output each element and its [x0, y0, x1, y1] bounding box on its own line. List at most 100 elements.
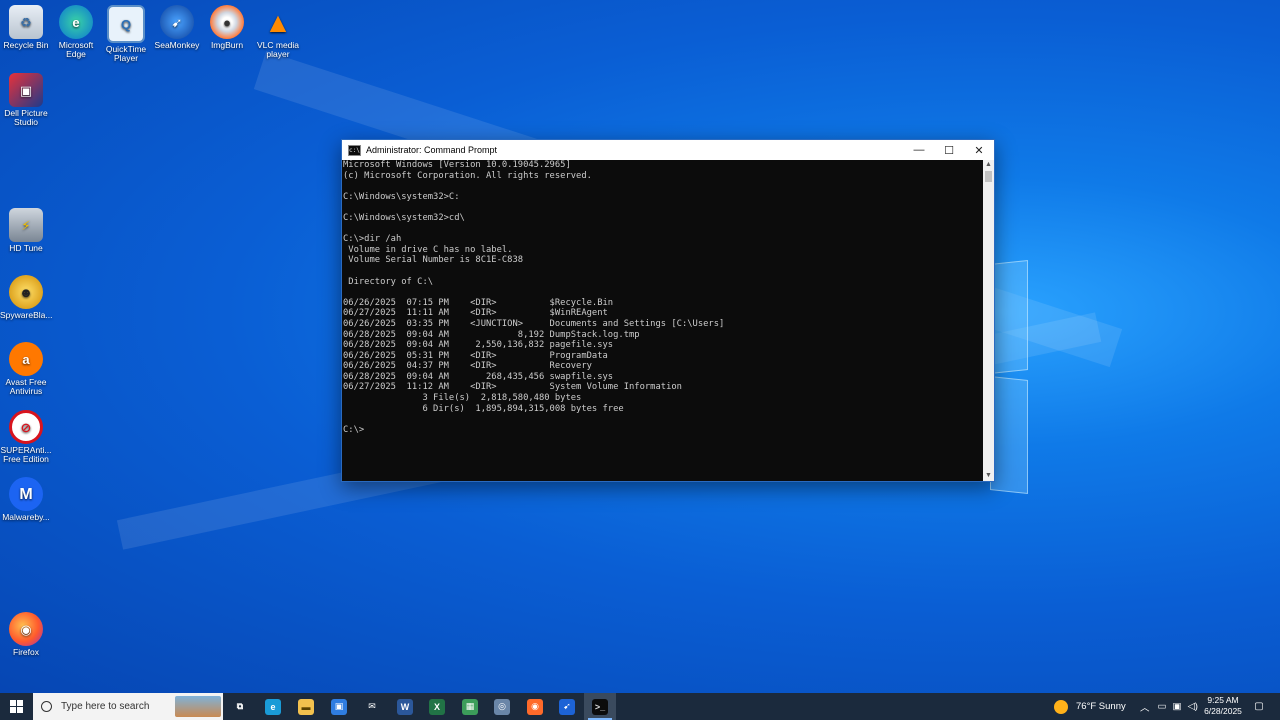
scroll-thumb[interactable] — [985, 171, 992, 182]
console-line: C:\Windows\system32>cd\ — [343, 212, 465, 223]
window-titlebar[interactable]: c:\ Administrator: Command Prompt — ☐ ✕ — [342, 140, 994, 160]
console-line: 06/28/2025 09:04 AM 8,192 DumpStack.log.… — [343, 329, 640, 340]
taskbar-app-excel[interactable]: X — [421, 693, 453, 720]
firefox-icon: ◉ — [527, 698, 543, 715]
taskbar-app-network-app[interactable]: ▦ — [454, 693, 486, 720]
taskbar: Type here to search ⧉ e ▬ ▣ ✉ W X ▦ ◎ ◉ ➹ >_ 76°F S… — [0, 693, 1280, 720]
desktop-icon-malwarebytes[interactable]: M Malwareby... — [0, 477, 52, 522]
notifications-icon[interactable]: ▢ — [1250, 693, 1268, 720]
start-button[interactable] — [0, 693, 32, 720]
taskbar-app-store[interactable]: ▣ — [323, 693, 355, 720]
desktop-icon-avast[interactable]: a Avast Free Antivirus — [0, 342, 52, 396]
taskbar-app-task-view[interactable]: ⧉ — [224, 693, 256, 720]
weather-widget[interactable]: 76°F Sunny — [1054, 693, 1126, 720]
close-button[interactable]: ✕ — [964, 140, 994, 160]
windows-start-icon — [9, 700, 23, 713]
search-box[interactable]: Type here to search — [33, 693, 223, 720]
superantispyware-icon: ⊘ — [9, 410, 43, 444]
weather-text: 76°F Sunny — [1076, 701, 1126, 712]
console-line: Volume in drive C has no label. — [343, 244, 513, 255]
console-line: Microsoft Windows [Version 10.0.19045.29… — [343, 160, 571, 170]
word-icon: W — [397, 698, 413, 715]
console-output[interactable]: Microsoft Windows [Version 10.0.19045.29… — [342, 160, 983, 481]
search-placeholder: Type here to search — [61, 701, 150, 712]
desktop-icon-imgburn[interactable]: ● ImgBurn — [201, 5, 253, 50]
search-icon — [41, 701, 52, 712]
command-prompt-icon: >_ — [592, 698, 608, 715]
desktop-icon-vlc[interactable]: ▲ VLC media player — [252, 5, 304, 59]
desktop-icon-superantispyware[interactable]: ⊘ SUPERAnti... Free Edition — [0, 410, 52, 464]
taskbar-app-file-explorer[interactable]: ▬ — [290, 693, 322, 720]
taskbar-app-word[interactable]: W — [389, 693, 421, 720]
desktop-icon-spywareblaster[interactable]: ☻ SpywareBla... — [0, 275, 52, 320]
search-highlight-image — [175, 696, 221, 717]
clock[interactable]: 9:25 AM 6/28/2025 — [1195, 695, 1251, 717]
console-line: 6 Dir(s) 1,895,894,315,008 bytes free — [343, 403, 624, 414]
excel-icon: X — [429, 698, 445, 715]
maximize-button[interactable]: ☐ — [934, 140, 964, 160]
clock-time: 9:25 AM — [1207, 695, 1239, 705]
edge-icon: e — [59, 5, 93, 39]
malwarebytes-icon: M — [9, 477, 43, 511]
console-line: Volume Serial Number is 8C1E-C838 — [343, 255, 524, 266]
avast-icon: a — [9, 342, 43, 376]
desktop-icon-hd-tune[interactable]: ⚡ HD Tune — [0, 208, 52, 253]
console-line: (c) Microsoft Corporation. All rights re… — [343, 170, 592, 181]
desktop-icon-seamonkey[interactable]: ➹ SeaMonkey — [151, 5, 203, 50]
taskbar-app-command-prompt[interactable]: >_ — [584, 693, 616, 720]
spywareblaster-icon: ☻ — [9, 275, 43, 309]
vertical-scrollbar[interactable]: ▲ ▼ — [983, 160, 994, 481]
console-line: 06/26/2025 05:31 PM <DIR> ProgramData — [343, 350, 608, 361]
console-line: 06/27/2025 11:11 AM <DIR> $WinREAgent — [343, 308, 608, 319]
vlc-cone-icon: ▲ — [264, 6, 292, 38]
system-tray-icons[interactable]: ︿ ▭ ▣ ◁) — [1140, 693, 1198, 720]
console-line: C:\Windows\system32>C: — [343, 191, 460, 202]
desktop-icon-quicktime[interactable]: Q QuickTime Player — [100, 5, 152, 63]
imgburn-icon: ● — [210, 5, 244, 39]
windows-logo-pane — [990, 260, 1028, 374]
console-line: C:\>dir /ah — [343, 234, 402, 245]
console-line: 06/26/2025 04:37 PM <DIR> Recovery — [343, 361, 592, 372]
network-icon[interactable]: ▣ — [1173, 701, 1182, 712]
console-line: 06/28/2025 09:04 AM 2,550,136,832 pagefi… — [343, 340, 614, 351]
console-line: 06/26/2025 07:15 PM <DIR> $Recycle.Bin — [343, 297, 614, 308]
taskbar-app-seamonkey[interactable]: ➹ — [551, 693, 583, 720]
edge-icon: e — [265, 698, 281, 715]
taskbar-app-edge[interactable]: e — [257, 693, 289, 720]
minimize-button[interactable]: — — [904, 140, 934, 160]
desktop-icon-recycle-bin[interactable]: ♻ Recycle Bin — [0, 5, 52, 50]
console-line: Directory of C:\ — [343, 276, 434, 287]
scroll-up-arrow[interactable]: ▲ — [983, 160, 994, 170]
console-line: 06/28/2025 09:04 AM 268,435,456 swapfile… — [343, 371, 614, 382]
scroll-down-arrow[interactable]: ▼ — [983, 471, 994, 481]
taskbar-app-app-circle[interactable]: ◎ — [486, 693, 518, 720]
quicktime-icon: Q — [107, 5, 145, 43]
command-prompt-window[interactable]: c:\ Administrator: Command Prompt — ☐ ✕ … — [341, 139, 995, 482]
mail-icon: ✉ — [368, 701, 376, 711]
desktop-icon-dell-picture-studio[interactable]: ▣ Dell Picture Studio — [0, 73, 52, 127]
taskbar-app-mail[interactable]: ✉ — [356, 693, 388, 720]
desktop: ♻ Recycle Bin e Microsoft Edge Q QuickTi… — [0, 0, 1280, 693]
seamonkey-icon: ➹ — [559, 698, 575, 715]
windows-logo-pane — [990, 376, 1028, 494]
app-circle-icon: ◎ — [494, 698, 510, 715]
dell-picture-studio-icon: ▣ — [9, 73, 43, 107]
store-icon: ▣ — [331, 698, 347, 715]
recycle-bin-icon: ♻ — [9, 5, 43, 39]
clock-date: 6/28/2025 — [1204, 706, 1242, 716]
hd-tune-icon: ⚡ — [9, 208, 43, 242]
firefox-icon: ◉ — [9, 612, 43, 646]
console-line: C:\> — [343, 424, 365, 435]
battery-icon[interactable]: ▭ — [1158, 701, 1167, 712]
desktop-icon-microsoft-edge[interactable]: e Microsoft Edge — [50, 5, 102, 59]
seamonkey-icon: ➹ — [160, 5, 194, 39]
console-line: 06/27/2025 11:12 AM <DIR> System Volume … — [343, 382, 682, 393]
desktop-icon-firefox[interactable]: ◉ Firefox — [0, 612, 52, 657]
window-title: Administrator: Command Prompt — [366, 145, 498, 155]
taskbar-app-firefox[interactable]: ◉ — [519, 693, 551, 720]
chevron-up-icon[interactable]: ︿ — [1140, 700, 1150, 714]
